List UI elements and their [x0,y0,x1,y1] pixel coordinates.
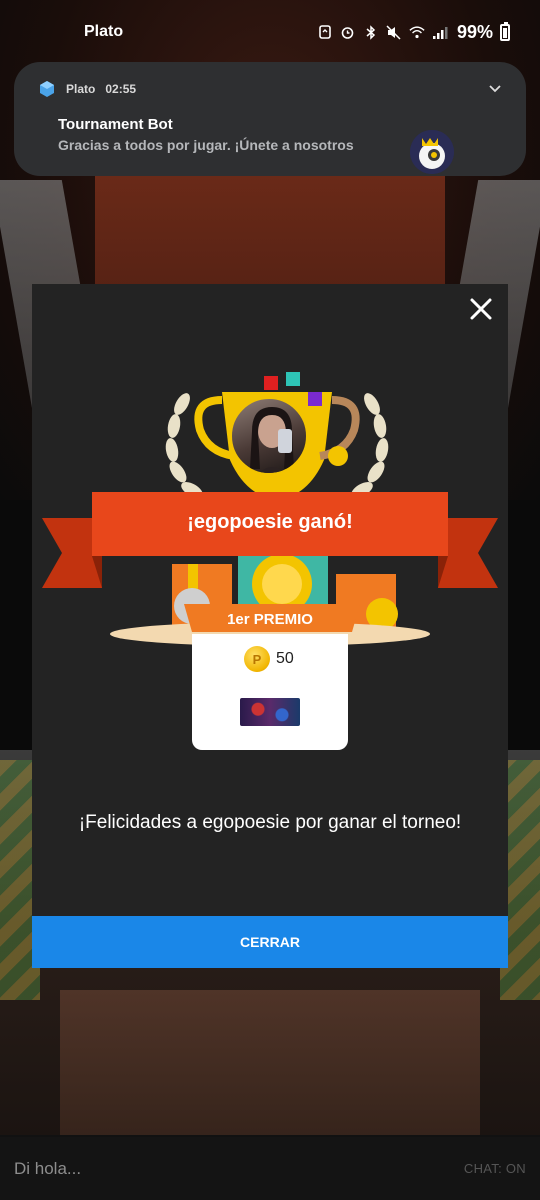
bluetooth-icon [363,24,379,40]
close-icon[interactable] [468,296,494,322]
bot-avatar [410,130,454,174]
winner-modal: ¡egopoesie ganó! 1er PREMIO P 50 ¡Felici… [32,284,508,968]
battery-icon [500,21,510,41]
notification-app-name: Plato [66,82,96,96]
alarm-icon [340,24,356,40]
chat-toggle[interactable]: CHAT: ON [464,1161,526,1176]
chat-bar: CHAT: ON [0,1137,540,1200]
notification-header: Plato 02:55 [38,80,502,98]
notification-card[interactable]: Plato 02:55 Tournament Bot Gracias a tod… [14,62,526,176]
mute-icon [386,24,402,40]
congrats-message: ¡Felicidades a egopoesie por ganar el to… [78,812,462,833]
coin-reward: P 50 [244,646,294,672]
signal-icon [432,24,448,40]
notification-time: 02:55 [105,82,137,96]
coin-icon: P [244,646,270,672]
prize-item-image [240,698,300,726]
status-bar: Plato 99% [0,0,540,64]
chevron-down-icon[interactable] [488,82,502,96]
status-app-name: Plato [84,23,124,40]
battery-percentage: 99% [456,21,493,42]
plato-app-icon [38,80,56,98]
coin-amount: 50 [276,650,294,667]
wifi-icon [409,24,425,40]
close-button[interactable]: CERRAR [32,916,508,968]
chat-input[interactable] [14,1158,314,1179]
prize-label: 1er PREMIO [227,610,313,628]
winner-avatar [229,396,309,476]
status-icons: 99% [317,21,510,43]
recycle-icon [317,24,333,40]
prize-card: P 50 [192,634,348,750]
winner-banner-text: ¡egopoesie ganó! [187,510,353,533]
